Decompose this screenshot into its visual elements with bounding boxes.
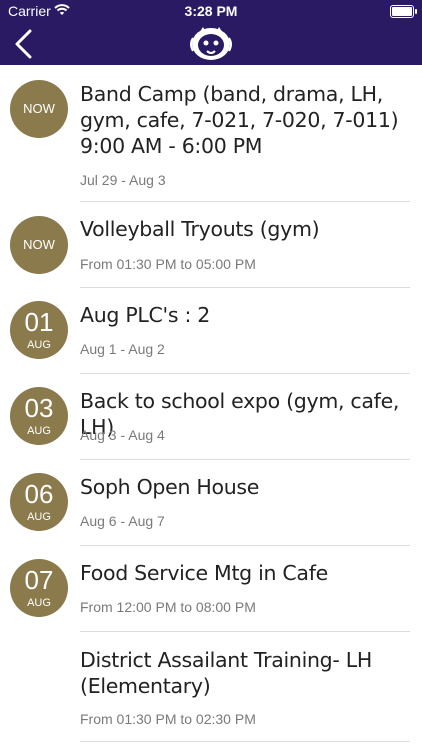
events-list: NOW Band Camp (band, drama, LH, gym, caf… bbox=[0, 66, 422, 743]
badge-now-label: NOW bbox=[23, 237, 55, 252]
event-date-badge: NOW bbox=[10, 216, 68, 274]
battery-icon bbox=[390, 5, 417, 18]
event-subtitle: From 12:00 PM to 08:00 PM bbox=[80, 599, 256, 615]
event-subtitle: Aug 6 - Aug 7 bbox=[80, 513, 165, 529]
event-date-badge: 03 AUG bbox=[10, 387, 68, 445]
event-title: Aug PLC's : 2 bbox=[80, 303, 211, 327]
badge-month: AUG bbox=[27, 597, 51, 609]
event-title: Food Service Mtg in Cafe bbox=[80, 561, 328, 585]
back-button[interactable] bbox=[12, 29, 36, 59]
event-subtitle: Aug 1 - Aug 2 bbox=[80, 341, 165, 357]
status-time: 3:28 PM bbox=[184, 3, 238, 19]
badge-day: 06 bbox=[24, 479, 54, 509]
badge-now-label: NOW bbox=[23, 101, 55, 116]
nav-bar: Carrier 3:28 PM bbox=[0, 0, 422, 65]
badge-month: AUG bbox=[27, 511, 51, 523]
event-row[interactable]: 03 AUG Back to school expo (gym, cafe, L… bbox=[0, 374, 422, 460]
badge-day: 03 bbox=[24, 393, 54, 423]
badge-month: AUG bbox=[27, 425, 51, 437]
event-row[interactable]: NOW Band Camp (band, drama, LH, gym, caf… bbox=[0, 66, 422, 202]
badge-day: 07 bbox=[24, 565, 54, 595]
event-row[interactable]: NOW Volleyball Tryouts (gym) From 01:30 … bbox=[0, 202, 422, 288]
chevron-left-icon bbox=[15, 29, 32, 59]
event-date-badge: 07 AUG bbox=[10, 559, 68, 617]
badge-month: AUG bbox=[27, 339, 51, 351]
event-subtitle: From 01:30 PM to 05:00 PM bbox=[80, 256, 256, 272]
event-row[interactable]: 06 AUG Soph Open House Aug 6 - Aug 7 bbox=[0, 460, 422, 546]
event-title: District Assailant Training- LH (Element… bbox=[80, 648, 372, 698]
status-bar: Carrier 3:28 PM bbox=[0, 0, 422, 22]
event-row[interactable]: 01 AUG Aug PLC's : 2 Aug 1 - Aug 2 bbox=[0, 288, 422, 374]
event-subtitle: Aug 3 - Aug 4 bbox=[80, 427, 165, 443]
event-row[interactable]: District Assailant Training- LH (Element… bbox=[0, 632, 422, 743]
event-row[interactable]: 07 AUG Food Service Mtg in Cafe From 12:… bbox=[0, 546, 422, 632]
event-subtitle: From 01:30 PM to 02:30 PM bbox=[80, 711, 256, 727]
event-title: Soph Open House bbox=[80, 475, 260, 499]
badge-day: 01 bbox=[24, 307, 54, 337]
mascot-logo-icon bbox=[188, 24, 234, 62]
event-title: Volleyball Tryouts (gym) bbox=[80, 217, 320, 241]
event-subtitle: Jul 29 - Aug 3 bbox=[80, 172, 166, 188]
event-date-badge: 01 AUG bbox=[10, 301, 68, 359]
event-date-badge: NOW bbox=[10, 80, 68, 138]
event-title: Band Camp (band, drama, LH, gym, cafe, 7… bbox=[80, 82, 399, 158]
event-date-badge: 06 AUG bbox=[10, 473, 68, 531]
row-separator bbox=[80, 741, 410, 742]
